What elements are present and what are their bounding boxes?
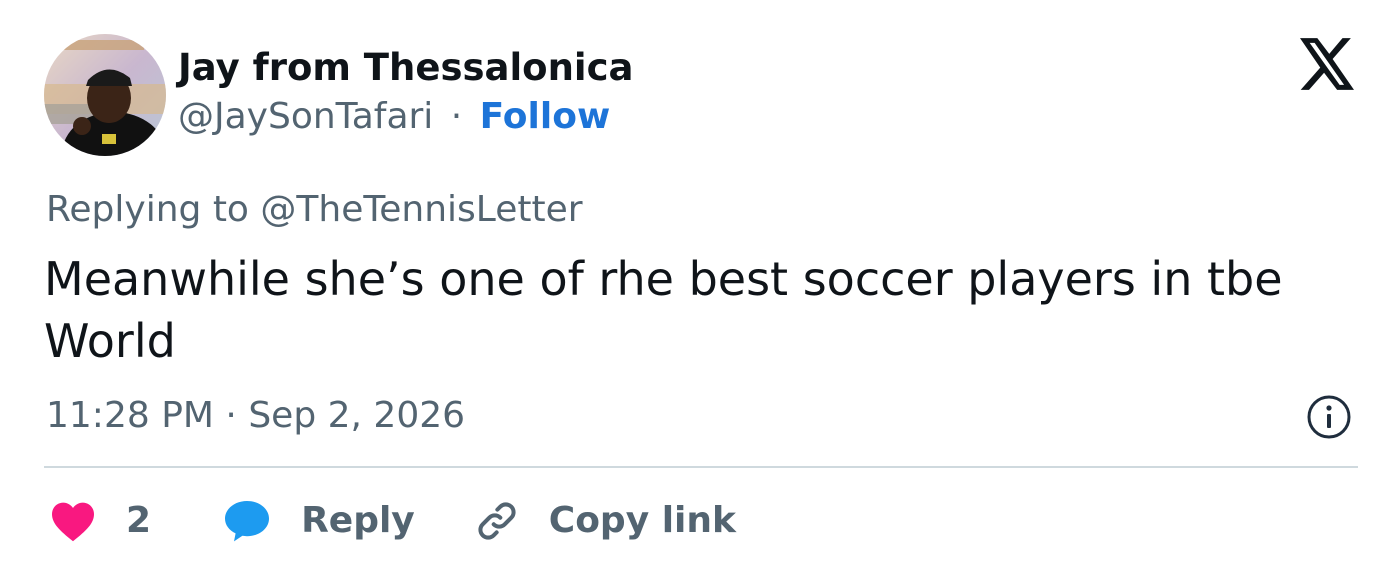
like-button[interactable]: 2 (50, 497, 151, 545)
copy-link-button[interactable]: Copy link (475, 497, 736, 545)
x-logo-svg (1300, 38, 1354, 90)
copy-link-label: Copy link (548, 500, 736, 541)
link-icon (478, 502, 516, 540)
author-block: Jay from Thessalonica @JaySonTafari · Fo… (178, 44, 634, 142)
reply-label: Reply (301, 500, 415, 541)
action-bar: 2 Reply Copy link (50, 494, 736, 548)
divider (44, 466, 1358, 468)
reply-button[interactable]: Reply (223, 497, 415, 545)
replying-to-prefix: Replying to (46, 189, 249, 230)
heart-icon (52, 502, 94, 542)
author-handle[interactable]: @JaySonTafari (178, 96, 433, 137)
follow-button[interactable]: Follow (480, 96, 611, 137)
info-icon[interactable] (1306, 394, 1352, 440)
avatar[interactable] (44, 34, 166, 156)
handle-row: @JaySonTafari · Follow (178, 92, 634, 142)
handle-separator: · (450, 96, 463, 137)
replying-to: Replying to @TheTennisLetter (46, 186, 583, 234)
avatar-image (44, 34, 166, 156)
info-icon-svg (1307, 395, 1351, 439)
tweet-time: 11:28 PM (46, 395, 214, 436)
speech-bubble-icon (225, 501, 270, 542)
display-name[interactable]: Jay from Thessalonica (178, 44, 634, 92)
like-count: 2 (126, 500, 152, 541)
tweet-timestamp[interactable]: 11:28 PM · Sep 2, 2026 (46, 392, 465, 440)
tweet-text: Meanwhile she’s one of rhe best soccer p… (44, 252, 1283, 368)
tweet-card: Jay from Thessalonica @JaySonTafari · Fo… (0, 0, 1400, 574)
timestamp-separator: · (225, 395, 237, 436)
reply-mention-link[interactable]: @TheTennisLetter (260, 189, 582, 230)
tweet-date: Sep 2, 2026 (248, 395, 466, 436)
x-logo-icon[interactable] (1300, 38, 1354, 90)
